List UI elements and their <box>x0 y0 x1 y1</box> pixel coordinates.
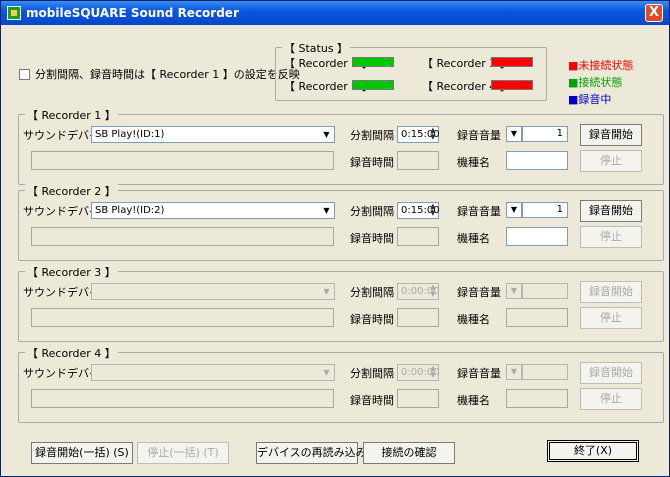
model-field[interactable] <box>506 308 568 327</box>
status-recorder-3-indicator <box>491 57 533 67</box>
interval-spinner[interactable]: 0:00:00 ▲ ▼ <box>397 283 440 300</box>
interval-label: 分割間隔 <box>350 367 394 380</box>
stop-all-button[interactable]: 停止(一括) (T) <box>137 442 229 464</box>
device-select[interactable]: ▼ <box>91 283 335 300</box>
rec-time-field <box>397 308 439 327</box>
volume-value[interactable]: 1 <box>522 126 568 142</box>
stop-recording-button[interactable]: 停止 <box>580 307 642 329</box>
status-group: 【 Status 】 【 Recorder 1 】 【 Recorder 2 】… <box>275 40 547 101</box>
title-bar[interactable]: mobileSQUARE Sound Recorder X <box>1 1 669 25</box>
reload-devices-button[interactable]: デバイスの再読み込み <box>256 442 367 464</box>
rec-time-field <box>397 389 439 408</box>
interval-label: 分割間隔 <box>350 286 394 299</box>
start-recording-button[interactable]: 録音開始 <box>580 281 642 303</box>
recorder-1-group: 【 Recorder 1 】サウンドデバイス SB Play!(ID:1) ▼ 分割間… <box>18 107 664 185</box>
device-select[interactable]: SB Play!(ID:2) ▼ <box>91 202 335 219</box>
spinner-arrows-icon: ▲ ▼ <box>430 126 436 141</box>
status-recorder-2-indicator <box>352 80 394 90</box>
chevron-down-icon: ▼ <box>510 367 518 376</box>
chevron-down-icon: ▼ <box>323 206 330 215</box>
volume-dropdown[interactable]: ▼ <box>506 202 522 218</box>
close-button[interactable]: X <box>645 4 663 22</box>
start-recording-button[interactable]: 録音開始 <box>580 362 642 384</box>
device-select[interactable]: ▼ <box>91 364 335 381</box>
device-select[interactable]: SB Play!(ID:1) ▼ <box>91 126 335 143</box>
volume-dropdown[interactable]: ▼ <box>506 364 522 380</box>
interval-spinner[interactable]: 0:15:00 ▲ ▼ <box>397 126 440 143</box>
recording-file-display <box>31 389 334 408</box>
recorder-2-group: 【 Recorder 2 】サウンドデバイス SB Play!(ID:2) ▼ 分割間… <box>18 183 664 261</box>
model-label: 機種名 <box>457 156 490 169</box>
rec-time-label: 録音時間 <box>350 156 394 169</box>
recorder-4-group: 【 Recorder 4 】サウンドデバイス ▼ 分割間隔 0:00:00 ▲ ▼ 録音音量… <box>18 345 664 423</box>
legend-connected: ■接続状態 <box>568 76 623 89</box>
volume-value[interactable]: 1 <box>522 202 568 218</box>
legend-recording: ■録音中 <box>568 93 612 106</box>
model-label: 機種名 <box>457 232 490 245</box>
rec-time-label: 録音時間 <box>350 313 394 326</box>
app-window: mobileSQUARE Sound Recorder X 分割間隔、録音時間は… <box>0 0 670 477</box>
recording-file-display <box>31 308 334 327</box>
interval-label: 分割間隔 <box>350 205 394 218</box>
start-recording-button[interactable]: 録音開始 <box>580 200 642 222</box>
chevron-down-icon: ▼ <box>510 286 518 295</box>
rec-time-field <box>397 227 439 246</box>
device-select-value: SB Play!(ID:1) <box>95 129 165 140</box>
recording-file-display <box>31 151 334 170</box>
interval-spinner[interactable]: 0:15:00 ▲ ▼ <box>397 202 440 219</box>
recorder-group-title: 【 Recorder 3 】 <box>25 264 118 280</box>
app-icon <box>7 6 21 20</box>
start-recording-button[interactable]: 録音開始 <box>580 124 642 146</box>
rec-time-field <box>397 151 439 170</box>
main-content: 分割間隔、録音時間は【 Recorder 1 】の設定を反映 【 Status … <box>1 25 669 476</box>
rec-time-label: 録音時間 <box>350 232 394 245</box>
spinner-arrows-icon: ▲ ▼ <box>430 202 436 217</box>
start-all-button[interactable]: 録音開始(一括) (S) <box>31 442 133 464</box>
volume-dropdown[interactable]: ▼ <box>506 283 522 299</box>
model-label: 機種名 <box>457 313 490 326</box>
apply-settings-checkbox[interactable] <box>19 69 30 80</box>
interval-spinner[interactable]: 0:00:00 ▲ ▼ <box>397 364 440 381</box>
device-select-value: SB Play!(ID:2) <box>95 205 165 216</box>
volume-label: 録音音量 <box>457 286 501 299</box>
apply-settings-label: 分割間隔、録音時間は【 Recorder 1 】の設定を反映 <box>35 68 300 81</box>
model-field[interactable] <box>506 227 568 246</box>
window-title: mobileSQUARE Sound Recorder <box>26 6 239 20</box>
volume-dropdown[interactable]: ▼ <box>506 126 522 142</box>
status-group-title: 【 Status 】 <box>282 40 351 56</box>
volume-value[interactable] <box>522 364 568 380</box>
status-recorder-4-indicator <box>491 80 533 90</box>
model-field[interactable] <box>506 151 568 170</box>
status-recorder-1-indicator <box>352 57 394 67</box>
rec-time-label: 録音時間 <box>350 394 394 407</box>
legend-disconnected: ■未接続状態 <box>568 59 634 72</box>
model-field[interactable] <box>506 389 568 408</box>
volume-label: 録音音量 <box>457 367 501 380</box>
interval-label: 分割間隔 <box>350 129 394 142</box>
stop-recording-button[interactable]: 停止 <box>580 226 642 248</box>
stop-recording-button[interactable]: 停止 <box>580 388 642 410</box>
chevron-down-icon: ▼ <box>323 130 330 139</box>
chevron-down-icon: ▼ <box>323 287 330 296</box>
recorder-group-title: 【 Recorder 1 】 <box>25 107 118 123</box>
volume-label: 録音音量 <box>457 205 501 218</box>
volume-label: 録音音量 <box>457 129 501 142</box>
model-label: 機種名 <box>457 394 490 407</box>
stop-recording-button[interactable]: 停止 <box>580 150 642 172</box>
chevron-down-icon: ▼ <box>323 368 330 377</box>
recorder-group-title: 【 Recorder 4 】 <box>25 345 118 361</box>
chevron-down-icon: ▼ <box>510 129 518 138</box>
check-connection-button[interactable]: 接続の確認 <box>363 442 455 464</box>
spinner-arrows-icon: ▲ ▼ <box>430 364 436 379</box>
exit-button[interactable]: 終了(X) <box>547 440 639 462</box>
recorder-3-group: 【 Recorder 3 】サウンドデバイス ▼ 分割間隔 0:00:00 ▲ ▼ 録音音量… <box>18 264 664 342</box>
recording-file-display <box>31 227 334 246</box>
volume-value[interactable] <box>522 283 568 299</box>
spinner-arrows-icon: ▲ ▼ <box>430 283 436 298</box>
chevron-down-icon: ▼ <box>510 205 518 214</box>
recorder-group-title: 【 Recorder 2 】 <box>25 183 118 199</box>
